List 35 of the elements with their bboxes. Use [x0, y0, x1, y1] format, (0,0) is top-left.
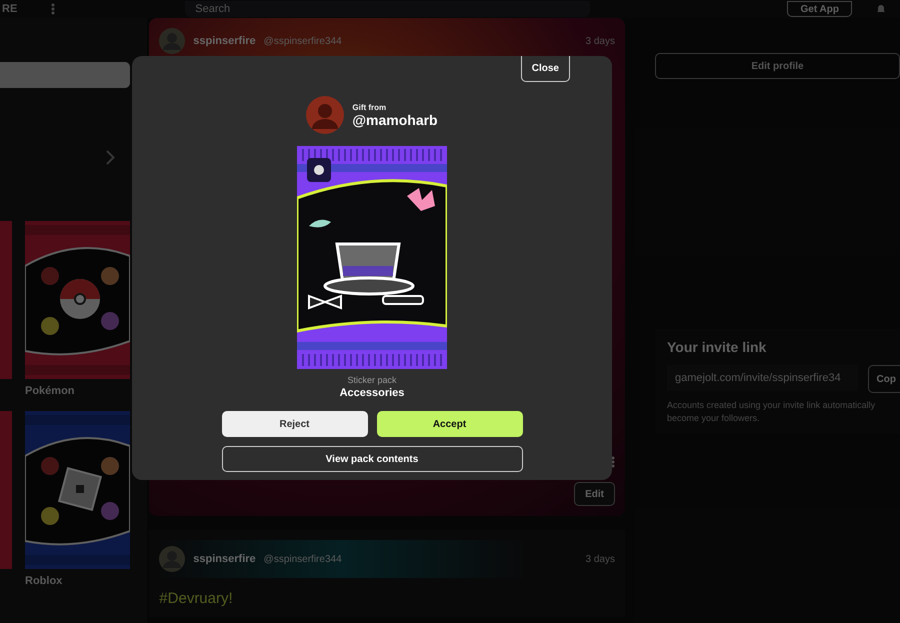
user-handle: @sspinserfire344 [264, 36, 342, 46]
sticker-pack-drawing[interactable] [25, 411, 130, 569]
search-field[interactable]: Search [185, 1, 590, 17]
more-icon[interactable] [611, 456, 615, 468]
post-text: #Devruary! [159, 590, 234, 607]
edit-button[interactable]: Edit [574, 482, 615, 506]
avatar-icon[interactable] [159, 546, 186, 572]
post-time: 3 days [586, 554, 615, 564]
sticker-pack-drawing[interactable] [25, 221, 130, 379]
highlight-bar[interactable] [0, 62, 130, 88]
edit-profile-button[interactable]: Edit profile [655, 53, 900, 79]
reject-button[interactable]: Reject [222, 411, 368, 437]
gift-from-label: Gift from [352, 102, 388, 112]
avatar-icon[interactable] [306, 96, 344, 134]
more-icon[interactable] [51, 3, 56, 15]
pack-title[interactable]: Pokémon [25, 385, 130, 397]
pack-title[interactable]: Roblox [25, 575, 130, 587]
brand-text[interactable]: RE [0, 3, 18, 15]
sender-name: @mamoharb [352, 112, 438, 128]
accept-button[interactable]: Accept [376, 411, 522, 437]
pack-type-label: Sticker pack [347, 375, 397, 385]
username[interactable]: sspinserfire [193, 35, 256, 47]
copy-button[interactable]: Cop [868, 365, 900, 393]
close-button[interactable]: Close [520, 56, 570, 82]
user-handle: @sspinserfire344 [264, 554, 342, 564]
pack-name: Accessories [340, 387, 404, 399]
invite-title: Your invite link [667, 339, 768, 355]
bell-icon[interactable] [876, 4, 886, 14]
post-time: 3 days [586, 36, 615, 46]
get-app-button[interactable]: Get App [787, 1, 852, 17]
view-contents-button[interactable]: View pack contents [222, 446, 522, 472]
invite-note: Accounts created using your invite link automatically become your followers. [667, 399, 876, 424]
chevron-right-icon[interactable] [106, 150, 116, 165]
username[interactable]: sspinserfire [193, 553, 256, 565]
avatar-icon[interactable] [159, 28, 186, 54]
